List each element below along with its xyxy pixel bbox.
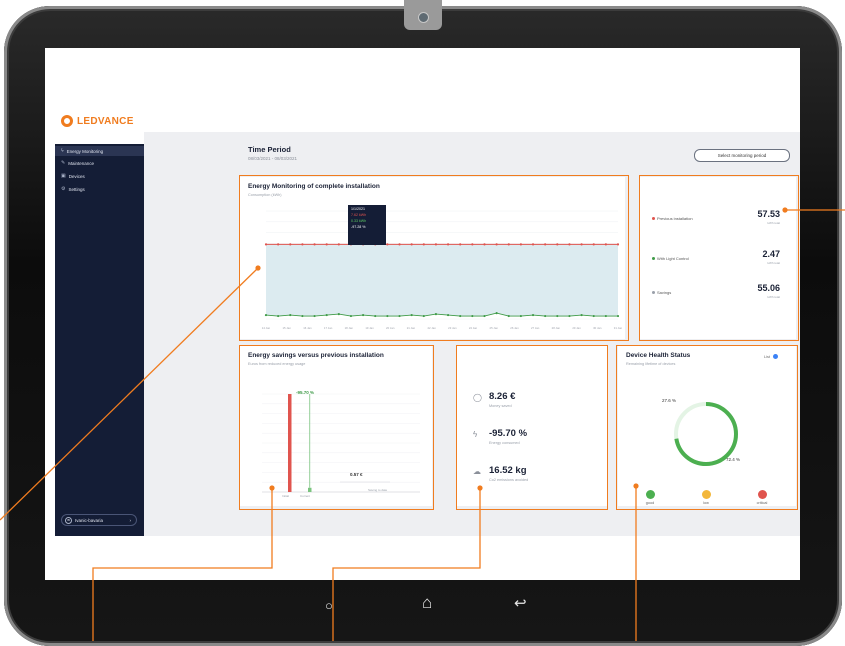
lightning-icon: ϟ bbox=[61, 148, 64, 154]
select-monitoring-period-button[interactable]: Select monitoring period bbox=[694, 149, 790, 162]
home-button[interactable]: ⌂ bbox=[422, 593, 432, 613]
user-account-button[interactable]: IB Ivanic-bavaria › bbox=[61, 514, 137, 526]
chevron-right-icon: › bbox=[129, 517, 132, 523]
user-name: Ivanic-bavaria bbox=[75, 517, 104, 523]
highlight-stats bbox=[456, 345, 608, 510]
sidebar-item-label: Energy Monitoring bbox=[66, 148, 104, 154]
recent-apps-button[interactable]: ○ bbox=[325, 598, 333, 613]
highlight-device-health bbox=[616, 345, 798, 510]
devices-icon: ▣ bbox=[61, 173, 66, 179]
highlight-savings-chart bbox=[239, 345, 434, 510]
sidebar: ϟ Energy Monitoring ✎ Maintenance ▣ Devi… bbox=[55, 144, 144, 536]
back-icon: ↩ bbox=[514, 595, 527, 612]
home-icon: ⌂ bbox=[422, 593, 433, 612]
back-button[interactable]: ↩ bbox=[514, 594, 527, 612]
sidebar-item-label: Settings bbox=[68, 186, 85, 192]
sidebar-item-maintenance[interactable]: ✎ Maintenance bbox=[61, 160, 94, 166]
highlight-energy-monitoring bbox=[239, 175, 629, 341]
sidebar-item-label: Maintenance bbox=[68, 160, 94, 166]
recent-icon: ○ bbox=[325, 598, 333, 613]
sidebar-item-label: Devices bbox=[68, 173, 85, 179]
sidebar-item-devices[interactable]: ▣ Devices bbox=[61, 173, 85, 179]
sidebar-item-energy-monitoring[interactable]: ϟ Energy Monitoring bbox=[55, 146, 144, 156]
ledvance-logo-icon bbox=[61, 115, 73, 127]
camera-icon bbox=[418, 12, 429, 23]
time-period-range: 08/03/2021 - 08/03/2021 bbox=[248, 156, 298, 161]
wrench-icon: ✎ bbox=[61, 160, 66, 166]
gear-icon: ⚙ bbox=[61, 186, 66, 192]
brand-name: LEDVANCE bbox=[77, 115, 134, 127]
page-title: Time Period bbox=[248, 145, 291, 154]
highlight-summary bbox=[639, 175, 799, 341]
sidebar-item-settings[interactable]: ⚙ Settings bbox=[61, 186, 85, 192]
ledvance-logo: LEDVANCE bbox=[61, 115, 134, 127]
avatar: IB bbox=[65, 516, 72, 524]
